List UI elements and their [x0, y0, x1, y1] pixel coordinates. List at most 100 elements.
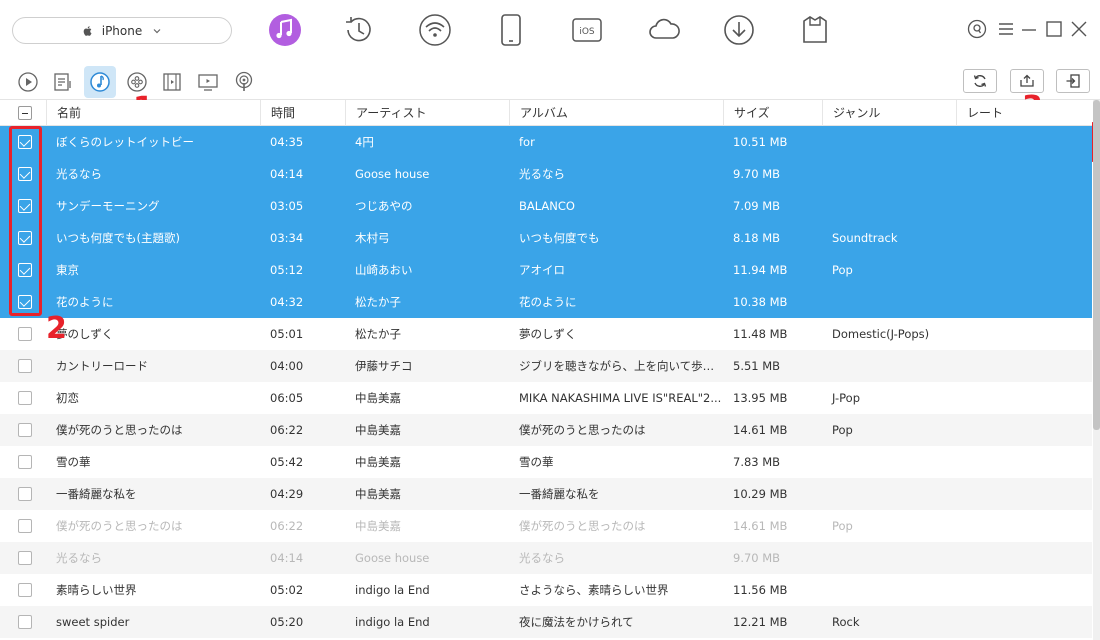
cell-name: 僕が死のうと思ったのは — [56, 519, 183, 533]
table-row[interactable]: ぼくらのレットイットビー 04:35 4円 for 10.51 MB — [0, 126, 1092, 158]
music-manager-icon[interactable] — [267, 12, 303, 48]
cell-genre — [822, 542, 956, 574]
phone-icon[interactable] — [493, 12, 529, 48]
table-body: ぼくらのレットイットビー 04:35 4円 for 10.51 MB 光るなら 04:14 G… — [0, 126, 1092, 638]
minimize-icon[interactable] — [1018, 18, 1040, 40]
row-checkbox[interactable] — [18, 167, 32, 181]
top-bar: iPhone iOS — [0, 0, 1100, 62]
export-icon — [1066, 74, 1080, 88]
cell-size: 11.48 MB — [733, 327, 788, 341]
col-time-header[interactable]: 時間 — [260, 100, 345, 126]
ringtone-icon[interactable] — [84, 66, 116, 98]
table-row[interactable]: 光るなら 04:14 Goose house 光るなら 9.70 MB — [0, 542, 1092, 574]
export-to-pc-button[interactable] — [1056, 69, 1090, 93]
cell-time: 04:35 — [270, 135, 304, 149]
refresh-button[interactable] — [963, 69, 997, 93]
row-checkbox[interactable] — [18, 551, 32, 565]
cell-genre — [822, 350, 956, 382]
table-row[interactable]: いつも何度でも(主題歌) 03:34 木村弓 いつも何度でも 8.18 MB Soundt… — [0, 222, 1092, 254]
cloud-icon[interactable] — [646, 12, 682, 48]
play-icon[interactable] — [16, 70, 40, 94]
podcast-icon[interactable] — [232, 70, 256, 94]
row-checkbox[interactable] — [18, 583, 32, 597]
row-checkbox[interactable] — [18, 423, 32, 437]
table-row[interactable]: 初恋 06:05 中島美嘉 MIKA NAKASHIMA LIVE IS"REAL"2… — [0, 382, 1092, 414]
history-icon[interactable] — [340, 12, 376, 48]
table-row[interactable]: 夢のしずく 05:01 松たか子 夢のしずく 11.48 MB Domestic(J-Po… — [0, 318, 1092, 350]
cell-album: 光るなら — [519, 167, 565, 181]
music-video-icon[interactable] — [160, 70, 184, 94]
device-selector[interactable]: iPhone — [12, 17, 232, 44]
cell-genre: Pop — [832, 519, 853, 533]
table-row[interactable]: 東京 05:12 山崎あおい アオイロ 11.94 MB Pop — [0, 254, 1092, 286]
cell-genre: Soundtrack — [832, 231, 898, 245]
row-checkbox[interactable] — [18, 615, 32, 629]
ios-icon[interactable]: iOS — [569, 12, 605, 48]
row-checkbox[interactable] — [18, 135, 32, 149]
table-row[interactable]: カントリーロード 04:00 伊藤サチコ ジブリを聴きながら、上を向いて歩こう 5.51… — [0, 350, 1092, 382]
col-artist-header[interactable]: アーティスト — [345, 100, 509, 126]
table-row[interactable]: sweet spider 05:20 indigo la End 夜に魔法をかけられて… — [0, 606, 1092, 638]
col-album-header[interactable]: アルバム — [509, 100, 723, 126]
col-size-header[interactable]: サイズ — [723, 100, 822, 126]
row-checkbox[interactable] — [18, 295, 32, 309]
cell-name: 花のように — [56, 295, 114, 309]
row-checkbox[interactable] — [18, 359, 32, 373]
row-checkbox[interactable] — [18, 327, 32, 341]
table-row[interactable]: 僕が死のうと思ったのは 06:22 中島美嘉 僕が死のうと思ったのは 14.61 MB P… — [0, 510, 1092, 542]
toolkit-icon[interactable] — [797, 12, 833, 48]
cell-time: 03:34 — [270, 231, 304, 245]
cell-size: 10.51 MB — [733, 135, 788, 149]
cell-size: 14.61 MB — [733, 423, 788, 437]
col-rate-header[interactable]: レート — [956, 100, 1092, 126]
cell-artist: 中島美嘉 — [355, 423, 401, 437]
cell-name: サンデーモーニング — [56, 199, 160, 213]
cell-size: 10.29 MB — [733, 487, 788, 501]
cell-album: 光るなら — [519, 551, 565, 565]
table-row[interactable]: 僕が死のうと思ったのは 06:22 中島美嘉 僕が死のうと思ったのは 14.61 MB P… — [0, 414, 1092, 446]
cell-time: 06:22 — [270, 423, 304, 437]
table-row[interactable]: 一番綺麗な私を 04:29 中島美嘉 一番綺麗な私を 10.29 MB — [0, 478, 1092, 510]
cell-artist: 中島美嘉 — [355, 487, 401, 501]
row-checkbox[interactable] — [18, 199, 32, 213]
table-row[interactable]: 光るなら 04:14 Goose house 光るなら 9.70 MB — [0, 158, 1092, 190]
cell-size: 5.51 MB — [733, 359, 781, 373]
chevron-down-icon — [153, 28, 161, 33]
cell-name: カントリーロード — [56, 359, 148, 373]
cell-album: さようなら、素晴らしい世界 — [519, 583, 669, 597]
apple-icon — [83, 25, 92, 36]
col-name-header[interactable]: 名前 — [46, 100, 260, 126]
row-checkbox[interactable] — [18, 519, 32, 533]
select-all-checkbox[interactable] — [18, 106, 32, 120]
cell-time: 04:32 — [270, 295, 304, 309]
row-checkbox[interactable] — [18, 391, 32, 405]
cell-time: 05:42 — [270, 455, 304, 469]
scrollbar-thumb[interactable] — [1093, 100, 1100, 430]
row-checkbox[interactable] — [18, 263, 32, 277]
col-genre-header[interactable]: ジャンル — [822, 100, 956, 126]
cell-time: 06:05 — [270, 391, 304, 405]
wifi-icon[interactable] — [417, 12, 453, 48]
device-name: iPhone — [101, 23, 143, 38]
cell-name: 一番綺麗な私を — [56, 487, 137, 501]
menu-icon[interactable] — [995, 18, 1017, 40]
cell-album: いつも何度でも — [519, 231, 600, 245]
row-checkbox[interactable] — [18, 455, 32, 469]
row-checkbox[interactable] — [18, 231, 32, 245]
close-icon[interactable] — [1068, 18, 1090, 40]
playlist-icon[interactable] — [51, 70, 75, 94]
cell-album: 雪の華 — [519, 455, 554, 469]
table-row[interactable]: 花のように 04:32 松たか子 花のように 10.38 MB — [0, 286, 1092, 318]
cell-time: 04:00 — [270, 359, 304, 373]
account-icon[interactable] — [966, 18, 988, 40]
row-checkbox[interactable] — [18, 487, 32, 501]
download-icon[interactable] — [721, 12, 757, 48]
tv-icon[interactable] — [196, 70, 220, 94]
song-table: 名前 時間 アーティスト アルバム サイズ ジャンル レート ぼくらのレットイッ… — [0, 100, 1092, 638]
cell-artist: 伊藤サチコ — [355, 359, 413, 373]
table-row[interactable]: サンデーモーニング 03:05 つじあやの BALANCO 7.09 MB — [0, 190, 1092, 222]
table-row[interactable]: 雪の華 05:42 中島美嘉 雪の華 7.83 MB — [0, 446, 1092, 478]
maximize-icon[interactable] — [1043, 18, 1065, 40]
cell-genre: Rock — [832, 615, 860, 629]
table-row[interactable]: 素晴らしい世界 05:02 indigo la End さようなら、素晴らしい世界 11… — [0, 574, 1092, 606]
